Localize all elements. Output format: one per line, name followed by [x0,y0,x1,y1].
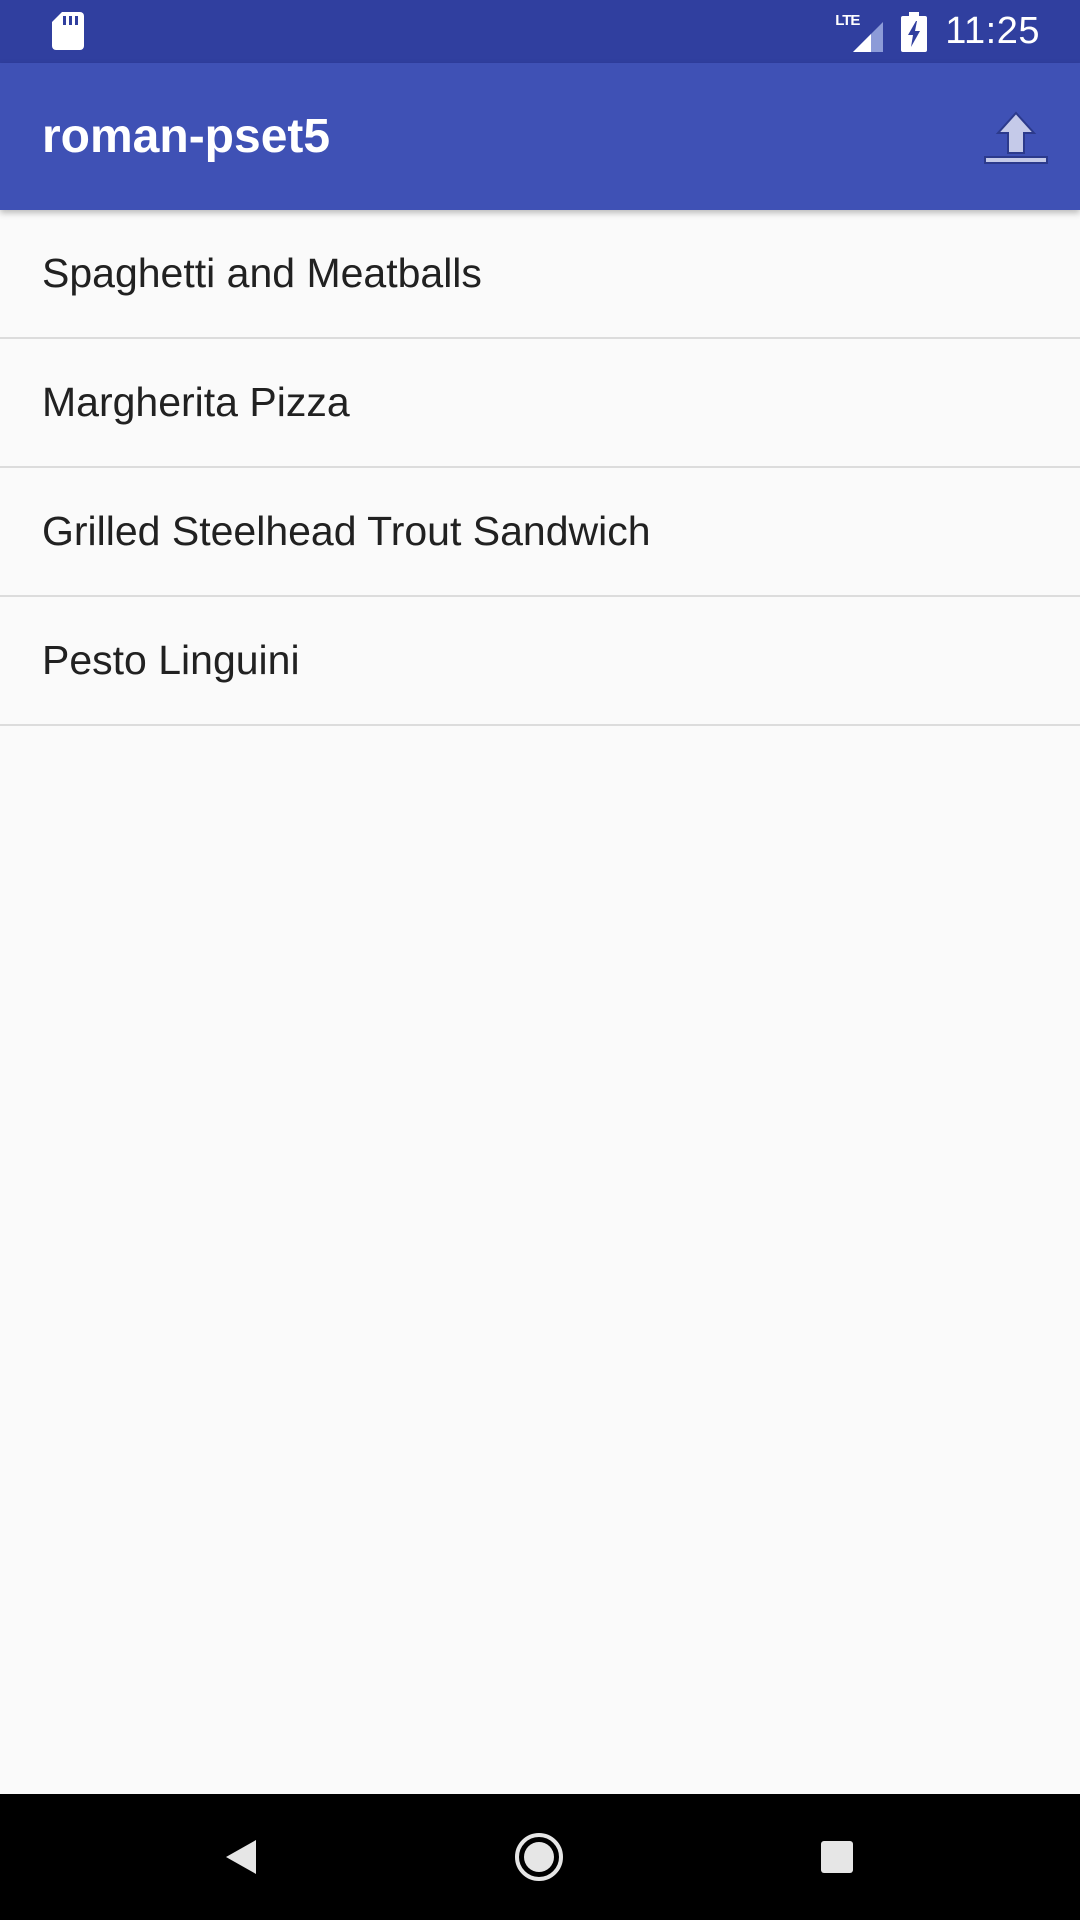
list-item-label: Spaghetti and Meatballs [42,250,482,296]
status-clock: 11:25 [945,10,1040,52]
status-bar: LTE 11:25 [0,0,1080,63]
list-item[interactable]: Pesto Linguini [0,597,1080,726]
sd-card-icon [52,12,84,50]
app-title: roman-pset5 [42,110,331,163]
list-item-label: Margherita Pizza [42,379,350,425]
list-item-label: Pesto Linguini [42,637,300,683]
recents-button[interactable] [802,1822,872,1892]
upload-icon [984,111,1048,164]
recents-icon [821,1841,853,1873]
app-screen: LTE 11:25 roman-pset5 Spaghetti and Meat… [0,0,1080,1920]
list-item-label: Grilled Steelhead Trout Sandwich [42,508,651,554]
list-item[interactable]: Margherita Pizza [0,339,1080,468]
battery-charging-icon [901,11,928,52]
dish-list: Spaghetti and Meatballs Margherita Pizza… [0,210,1080,726]
navigation-bar [0,1794,1080,1920]
home-icon [515,1833,563,1881]
list-item[interactable]: Grilled Steelhead Trout Sandwich [0,468,1080,597]
upload-button[interactable] [980,103,1052,175]
lte-signal-icon: LTE [835,12,884,52]
home-button[interactable] [504,1822,574,1892]
back-icon [226,1840,256,1874]
list-item[interactable]: Spaghetti and Meatballs [0,210,1080,339]
app-bar: roman-pset5 [0,63,1080,210]
status-icons: LTE 11:25 [835,0,1040,63]
back-button[interactable] [206,1822,276,1892]
